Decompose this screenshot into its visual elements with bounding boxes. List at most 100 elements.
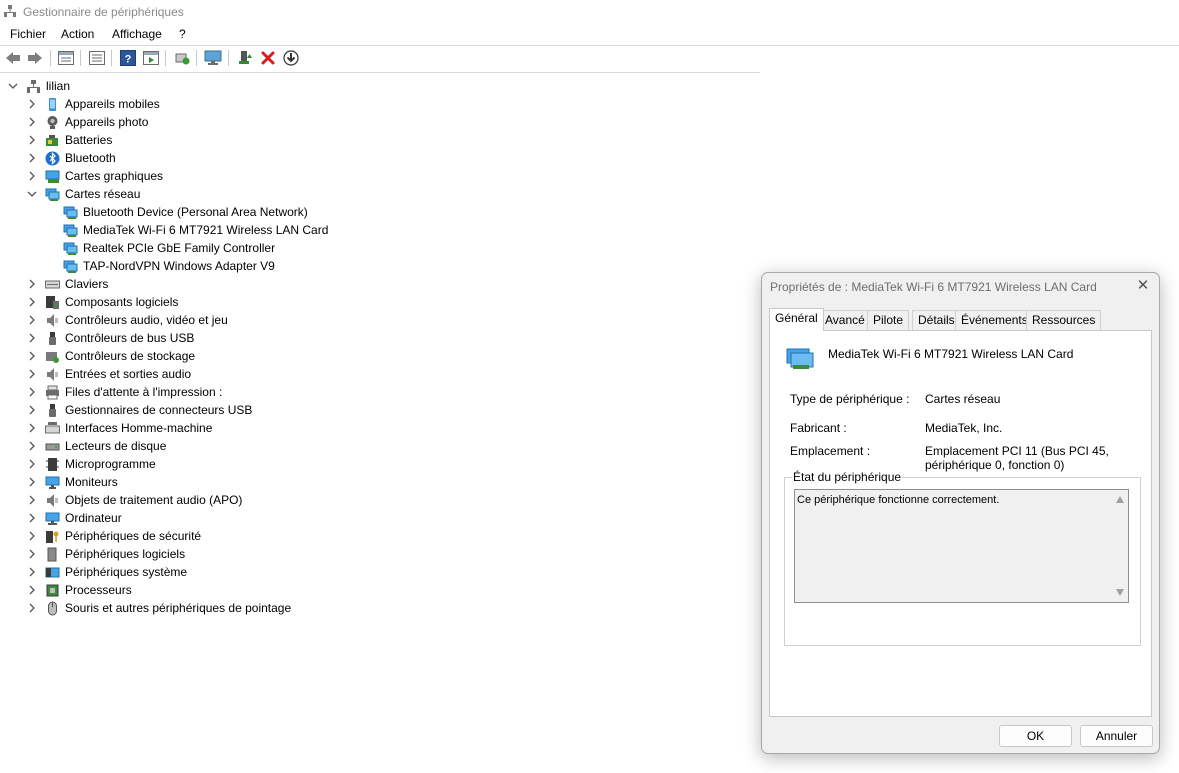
computer-icon — [45, 511, 60, 526]
chevron-right-icon[interactable] — [27, 567, 37, 577]
tree-category[interactable]: Composants logiciels — [27, 293, 178, 311]
tree-device[interactable]: Realtek PCIe GbE Family Controller — [63, 239, 275, 257]
software-device-icon — [45, 547, 60, 562]
tab-avance[interactable]: Avancé — [819, 310, 871, 330]
cancel-button[interactable]: Annuler — [1080, 725, 1153, 747]
chevron-right-icon[interactable] — [27, 315, 37, 325]
tree-category[interactable]: Appareils photo — [27, 113, 148, 131]
tree-item-label: Ordinateur — [65, 511, 122, 525]
chevron-right-icon[interactable] — [27, 477, 37, 487]
enable-device-icon[interactable] — [236, 49, 254, 67]
tree-category[interactable]: Lecteurs de disque — [27, 437, 166, 455]
chevron-right-icon[interactable] — [27, 531, 37, 541]
chevron-right-icon[interactable] — [27, 549, 37, 559]
tree-category[interactable]: Batteries — [27, 131, 112, 149]
tree-item-label: Bluetooth Device (Personal Area Network) — [83, 205, 308, 219]
usb-icon — [45, 403, 60, 418]
speaker-icon — [45, 367, 60, 382]
tab-ressources[interactable]: Ressources — [1026, 310, 1102, 330]
close-icon[interactable]: ✕ — [1135, 278, 1151, 294]
tree-category[interactable]: Ordinateur — [27, 509, 122, 527]
tree-category[interactable]: Moniteurs — [27, 473, 118, 491]
tree-category[interactable]: Gestionnaires de connecteurs USB — [27, 401, 252, 419]
tab-general[interactable]: Général — [769, 308, 824, 331]
tree-category[interactable]: Processeurs — [27, 581, 132, 599]
ok-button[interactable]: OK — [999, 725, 1072, 747]
tree-category[interactable]: Interfaces Homme-machine — [27, 419, 212, 437]
back-arrow-icon[interactable] — [4, 49, 22, 67]
chevron-right-icon[interactable] — [27, 297, 37, 307]
tree-category[interactable]: Claviers — [27, 275, 108, 293]
chevron-right-icon[interactable] — [27, 351, 37, 361]
tree-category[interactable]: Périphériques système — [27, 563, 187, 581]
tree-category[interactable]: Contrôleurs de stockage — [27, 347, 195, 365]
tree-item-label: Périphériques système — [65, 565, 188, 579]
tree-category[interactable]: Appareils mobiles — [27, 95, 160, 113]
tree-category[interactable]: Files d'attente à l'impression : — [27, 383, 222, 401]
chevron-right-icon[interactable] — [27, 135, 37, 145]
tree-category[interactable]: Périphériques logiciels — [27, 545, 185, 563]
tab-pilote[interactable]: Pilote — [867, 310, 910, 330]
speaker-icon — [45, 493, 60, 508]
chevron-right-icon[interactable] — [27, 441, 37, 451]
scroll-up-icon[interactable] — [1116, 496, 1124, 503]
tab-details[interactable]: Détails — [912, 310, 961, 330]
chevron-down-icon[interactable] — [27, 189, 37, 199]
tree-category[interactable]: Microprogramme — [27, 455, 156, 473]
chevron-right-icon[interactable] — [27, 603, 37, 613]
tab-evenements[interactable]: Événements — [955, 310, 1034, 330]
chevron-right-icon[interactable] — [27, 117, 37, 127]
download-driver-icon[interactable] — [282, 49, 300, 67]
chevron-right-icon[interactable] — [27, 99, 37, 109]
tree-category[interactable]: Cartes graphiques — [27, 167, 163, 185]
mouse-icon — [45, 601, 60, 616]
status-scrollbar[interactable] — [1113, 490, 1128, 602]
tree-root-lilian[interactable]: lilian — [8, 77, 70, 95]
monitor-icon[interactable] — [204, 49, 222, 67]
chevron-right-icon[interactable] — [27, 279, 37, 289]
run-icon[interactable] — [142, 49, 160, 67]
tree-item-label: Appareils mobiles — [65, 97, 160, 111]
chevron-down-icon[interactable] — [8, 81, 18, 91]
chevron-right-icon[interactable] — [27, 459, 37, 469]
tree-category[interactable]: Souris et autres périphériques de pointa… — [27, 599, 291, 617]
tree-category[interactable]: Bluetooth — [27, 149, 116, 167]
help-icon[interactable]: ? — [119, 49, 137, 67]
menu-help[interactable]: ? — [179, 27, 186, 41]
device-status-text: Ce périphérique fonctionne correctement. — [797, 494, 1000, 506]
chevron-right-icon[interactable] — [27, 423, 37, 433]
chevron-right-icon[interactable] — [27, 495, 37, 505]
chevron-right-icon[interactable] — [27, 387, 37, 397]
tree-category[interactable]: Contrôleurs de bus USB — [27, 329, 194, 347]
chevron-right-icon[interactable] — [27, 153, 37, 163]
uninstall-x-icon[interactable] — [259, 49, 277, 67]
title-bar: Gestionnaire de périphériques — [0, 0, 1179, 24]
menu-action[interactable]: Action — [61, 27, 94, 41]
keyboard-icon — [45, 277, 60, 292]
chevron-right-icon[interactable] — [27, 585, 37, 595]
menu-bar: Fichier Action Affichage ? — [0, 24, 1179, 44]
device-status-textbox[interactable]: Ce périphérique fonctionne correctement. — [794, 489, 1129, 603]
scroll-down-icon[interactable] — [1116, 589, 1124, 596]
tree-category[interactable]: Périphériques de sécurité — [27, 527, 201, 545]
tree-device[interactable]: Bluetooth Device (Personal Area Network) — [63, 203, 308, 221]
menu-affichage[interactable]: Affichage — [112, 27, 162, 41]
properties-grid-icon[interactable] — [57, 49, 75, 67]
chevron-right-icon[interactable] — [27, 405, 37, 415]
chevron-right-icon[interactable] — [27, 513, 37, 523]
chevron-right-icon[interactable] — [27, 369, 37, 379]
chevron-right-icon[interactable] — [27, 333, 37, 343]
network-adapter-icon — [63, 259, 78, 274]
tree-category[interactable]: Cartes réseau — [27, 185, 140, 203]
tree-device[interactable]: MediaTek Wi-Fi 6 MT7921 Wireless LAN Car… — [63, 221, 328, 239]
tree-category[interactable]: Contrôleurs audio, vidéo et jeu — [27, 311, 228, 329]
tree-item-label: Files d'attente à l'impression : — [65, 385, 223, 399]
menu-fichier[interactable]: Fichier — [10, 27, 46, 41]
tree-category[interactable]: Objets de traitement audio (APO) — [27, 491, 242, 509]
scan-hardware-icon[interactable] — [173, 49, 191, 67]
tree-category[interactable]: Entrées et sorties audio — [27, 365, 191, 383]
chevron-right-icon[interactable] — [27, 171, 37, 181]
forward-arrow-icon[interactable] — [26, 49, 44, 67]
tree-device[interactable]: TAP-NordVPN Windows Adapter V9 — [63, 257, 275, 275]
list-view-icon[interactable] — [88, 49, 106, 67]
